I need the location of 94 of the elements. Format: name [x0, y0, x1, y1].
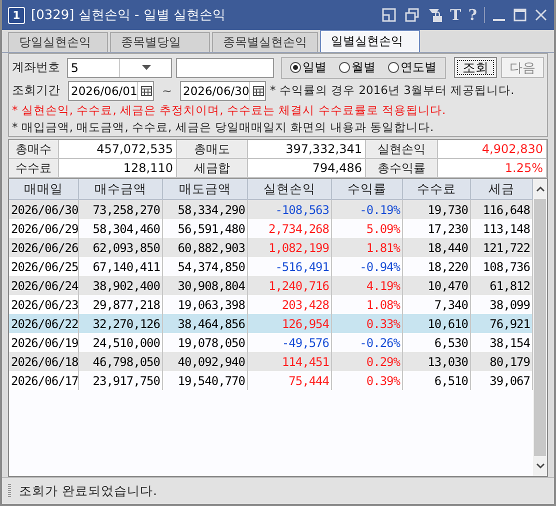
table-cell: 0.39% — [332, 371, 403, 390]
table-cell: 2026/06/24 — [9, 276, 79, 295]
column-header[interactable]: 세금 — [471, 179, 533, 200]
range-separator: ~ — [160, 84, 174, 98]
toolbar-text-button[interactable]: T — [450, 6, 462, 24]
table-cell: 13,030 — [403, 352, 471, 371]
table-cell: 2026/06/23 — [9, 295, 79, 314]
table-cell: 61,812 — [471, 276, 533, 295]
table-cell: 2026/06/22 — [9, 314, 79, 333]
lock-icon[interactable] — [427, 7, 444, 23]
table-cell: 19,730 — [403, 200, 471, 219]
summary-label: 세금합 — [177, 159, 248, 178]
period-radio[interactable]: 일별 — [290, 59, 327, 76]
window-number-badge: 1 — [8, 6, 25, 24]
layout-icon[interactable] — [381, 7, 398, 23]
field-label: 조회기간 — [12, 82, 61, 99]
table-cell: 75,444 — [248, 371, 332, 390]
column-header[interactable]: 매도금액 — [163, 179, 248, 200]
query-button[interactable]: 조회 — [454, 57, 497, 78]
table-cell: 126,954 — [248, 314, 332, 333]
table-cell: 0.29% — [332, 352, 403, 371]
table-cell: 2026/06/30 — [9, 200, 79, 219]
note-text: * 매입금액, 매도금액, 수수료, 세금은 당일매매일지 화면의 내용과 동일합니다. — [12, 120, 435, 135]
status-message: 조회가 완료되었습니다. — [19, 482, 157, 500]
tab[interactable]: 일별실현손익 — [320, 30, 420, 52]
scrollbar[interactable] — [533, 179, 547, 476]
tab[interactable]: 종목별실현손익 — [212, 32, 318, 52]
date-field[interactable]: 2026/06/01 — [68, 80, 154, 100]
date-field[interactable]: 2026/06/30 — [180, 80, 266, 100]
table-cell: 116,648 — [471, 200, 533, 219]
table-cell: 30,908,804 — [163, 276, 248, 295]
table-cell: 1,082,199 — [248, 238, 332, 257]
table-cell: 40,092,940 — [163, 352, 248, 371]
table-cell: -0.19% — [332, 200, 403, 219]
table-cell: 2026/06/25 — [9, 257, 79, 276]
windows-icon[interactable] — [404, 7, 420, 23]
tab[interactable]: 종목별당일 — [110, 32, 210, 52]
table-cell: 2026/06/19 — [9, 333, 79, 352]
table-cell: 76,921 — [471, 314, 533, 333]
table-cell: 46,798,050 — [79, 352, 163, 371]
column-header[interactable]: 수수료 — [403, 179, 471, 200]
table-cell: 80,179 — [471, 352, 533, 371]
table-cell: 58,334,290 — [163, 200, 248, 219]
table-cell: 60,882,903 — [163, 238, 248, 257]
account-dropdown[interactable]: 5 — [66, 58, 172, 78]
tab[interactable]: 당일실현손익 — [8, 32, 108, 52]
summary-label: 실현손익 — [366, 140, 438, 159]
column-header[interactable]: 매수금액 — [79, 179, 163, 200]
calendar-icon[interactable] — [141, 86, 152, 96]
table-cell: 114,451 — [248, 352, 332, 371]
summary-label: 수수료 — [9, 159, 59, 178]
table-cell: 23,917,750 — [79, 371, 163, 390]
column-header[interactable]: 수익률 — [332, 179, 403, 200]
summary-label: 총수익률 — [366, 159, 438, 178]
note-text: * 수익률의 경우 2016년 3월부터 제공됩니다. — [270, 83, 514, 98]
column-header[interactable]: 매매일 — [9, 179, 79, 200]
table-cell: 1.81% — [332, 238, 403, 257]
table-cell: 6,510 — [403, 371, 471, 390]
table-cell: 18,440 — [403, 238, 471, 257]
period-radio[interactable]: 연도별 — [388, 59, 437, 76]
table-cell: 38,464,856 — [163, 314, 248, 333]
table-cell: 62,093,850 — [79, 238, 163, 257]
table-cell: 1,240,716 — [248, 276, 332, 295]
table-cell: -108,563 — [248, 200, 332, 219]
column-header[interactable]: 실현손익 — [248, 179, 332, 200]
table-cell: 2026/06/17 — [9, 371, 79, 390]
summary-label: 총매수 — [9, 140, 59, 159]
toolbar-text-button[interactable]: ? — [468, 6, 477, 24]
table-cell: 38,902,400 — [79, 276, 163, 295]
summary-value: 4,902,830 — [438, 140, 547, 159]
dropdown-caret-icon — [142, 65, 152, 70]
table-cell: 2026/06/18 — [9, 352, 79, 371]
window-title: [0329] 실현손익 - 일별 실현손익 — [31, 7, 226, 24]
table-cell: 10,610 — [403, 314, 471, 333]
table-cell: 4.19% — [332, 276, 403, 295]
close-icon[interactable] — [534, 8, 548, 22]
maximize-icon[interactable] — [513, 8, 527, 22]
scroll-up-icon[interactable] — [536, 186, 544, 192]
table-cell: 2026/06/26 — [9, 238, 79, 257]
summary-label: 총매도 — [177, 140, 248, 159]
table-cell: 0.33% — [332, 314, 403, 333]
summary-value: 1.25% — [438, 159, 547, 178]
table-cell: 10,470 — [403, 276, 471, 295]
table-cell: 32,270,126 — [79, 314, 163, 333]
account-name-field[interactable] — [176, 58, 274, 78]
table-cell: 19,540,770 — [163, 371, 248, 390]
period-radio[interactable]: 월별 — [338, 59, 376, 76]
note-text: * 실현손익, 수수료, 세금은 추정치이며, 수수료는 체결시 수수료률로 적용됩니다. — [12, 103, 447, 118]
table-cell: 73,258,270 — [79, 200, 163, 219]
field-label: 계좌번호 — [12, 59, 61, 76]
calendar-icon[interactable] — [253, 86, 264, 96]
table-cell: 2026/06/29 — [9, 219, 79, 238]
scroll-down-icon[interactable] — [536, 463, 544, 469]
table-cell: 121,722 — [471, 238, 533, 257]
